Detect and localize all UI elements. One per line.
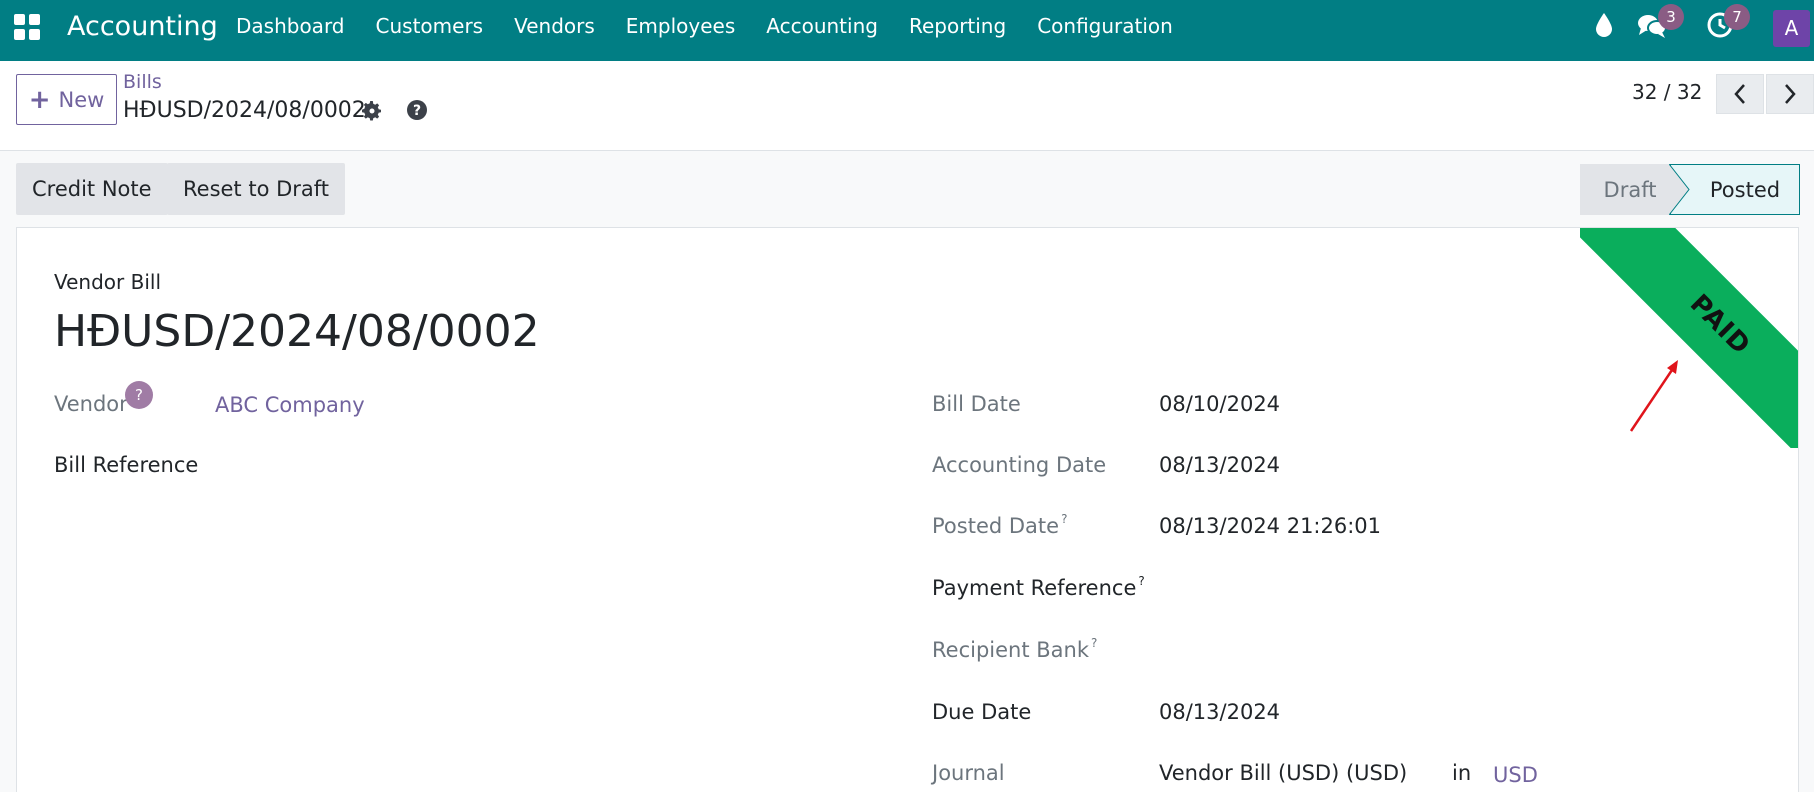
posted-date-help[interactable]: ? bbox=[1061, 512, 1067, 526]
new-button-label: New bbox=[58, 87, 105, 112]
control-panel: + New Bills HĐUSD/2024/08/0002 ? 32 / 32 bbox=[0, 61, 1814, 151]
journal-currency[interactable]: USD bbox=[1493, 763, 1538, 787]
menu-reporting[interactable]: Reporting bbox=[909, 14, 1006, 38]
vendor-help-badge[interactable]: ? bbox=[125, 381, 153, 409]
journal-value[interactable]: Vendor Bill (USD) (USD) bbox=[1159, 761, 1407, 785]
breadcrumb-current: HĐUSD/2024/08/0002 bbox=[123, 98, 366, 123]
annotation-arrow-icon bbox=[1629, 360, 1678, 432]
activity-count-badge: 7 bbox=[1724, 4, 1750, 30]
pager-value[interactable]: 32 / 32 bbox=[1632, 80, 1702, 104]
menu-dashboard[interactable]: Dashboard bbox=[236, 14, 345, 38]
journal-label: Journal bbox=[932, 761, 1005, 785]
paid-ribbon-band: PAID bbox=[1580, 228, 1798, 448]
help-icon[interactable]: ? bbox=[405, 98, 429, 122]
pager-next-button[interactable] bbox=[1766, 74, 1814, 114]
chevron-left-icon bbox=[1734, 84, 1745, 104]
menu-employees[interactable]: Employees bbox=[626, 14, 735, 38]
stage-arrow bbox=[1669, 164, 1690, 215]
payment-reference-label: Payment Reference? bbox=[932, 574, 1145, 600]
document-name: HĐUSD/2024/08/0002 bbox=[54, 306, 540, 357]
paid-ribbon: PAID bbox=[1580, 228, 1798, 448]
payment-reference-help[interactable]: ? bbox=[1138, 574, 1144, 588]
form-sheet: Vendor Bill HĐUSD/2024/08/0002 Vendor ? … bbox=[16, 227, 1799, 792]
accounting-date-label: Accounting Date bbox=[932, 453, 1107, 477]
bill-date-value[interactable]: 08/10/2024 bbox=[1159, 392, 1280, 416]
breadcrumb-bills[interactable]: Bills bbox=[123, 71, 162, 93]
top-navbar: Accounting Dashboard Customers Vendors E… bbox=[0, 0, 1814, 61]
new-button[interactable]: + New bbox=[16, 74, 117, 125]
reset-to-draft-button[interactable]: Reset to Draft bbox=[167, 163, 346, 215]
bill-date-label: Bill Date bbox=[932, 392, 1021, 416]
vendor-label: Vendor bbox=[54, 392, 128, 416]
menu-customers[interactable]: Customers bbox=[376, 14, 484, 38]
paid-ribbon-text: PAID bbox=[1683, 288, 1757, 362]
posted-date-label-text: Posted Date bbox=[932, 514, 1060, 538]
vendor-value[interactable]: ABC Company bbox=[215, 393, 365, 417]
recipient-bank-help[interactable]: ? bbox=[1091, 636, 1097, 650]
chat-count-badge: 3 bbox=[1658, 4, 1684, 30]
bill-reference-label: Bill Reference bbox=[54, 453, 199, 477]
apps-menu-icon[interactable] bbox=[14, 14, 40, 40]
document-type: Vendor Bill bbox=[54, 270, 162, 294]
posted-date-value: 08/13/2024 21:26:01 bbox=[1159, 514, 1382, 538]
app-title[interactable]: Accounting bbox=[67, 11, 218, 42]
user-avatar[interactable]: A bbox=[1773, 10, 1810, 47]
posted-date-label: Posted Date? bbox=[932, 512, 1067, 538]
svg-text:?: ? bbox=[413, 103, 421, 119]
menu-accounting[interactable]: Accounting bbox=[766, 14, 878, 38]
recipient-bank-label: Recipient Bank? bbox=[932, 636, 1097, 662]
journal-in-text: in bbox=[1452, 761, 1472, 785]
accounting-date-value[interactable]: 08/13/2024 bbox=[1159, 453, 1280, 477]
due-date-value[interactable]: 08/13/2024 bbox=[1159, 700, 1280, 724]
recipient-bank-label-text: Recipient Bank bbox=[932, 638, 1089, 662]
plus-icon: + bbox=[28, 84, 51, 115]
water-drop-icon[interactable] bbox=[1594, 12, 1614, 38]
menu-vendors[interactable]: Vendors bbox=[514, 14, 595, 38]
due-date-label: Due Date bbox=[932, 700, 1032, 724]
chevron-right-icon bbox=[1785, 84, 1796, 104]
status-bar: Credit Note Reset to Draft Draft Posted bbox=[0, 152, 1814, 227]
main-menu: Dashboard Customers Vendors Employees Ac… bbox=[236, 14, 1204, 38]
credit-note-button[interactable]: Credit Note bbox=[16, 163, 168, 215]
payment-reference-label-text: Payment Reference bbox=[932, 576, 1137, 600]
pager-previous-button[interactable] bbox=[1716, 74, 1764, 114]
gear-icon[interactable] bbox=[360, 99, 384, 123]
menu-configuration[interactable]: Configuration bbox=[1037, 14, 1173, 38]
